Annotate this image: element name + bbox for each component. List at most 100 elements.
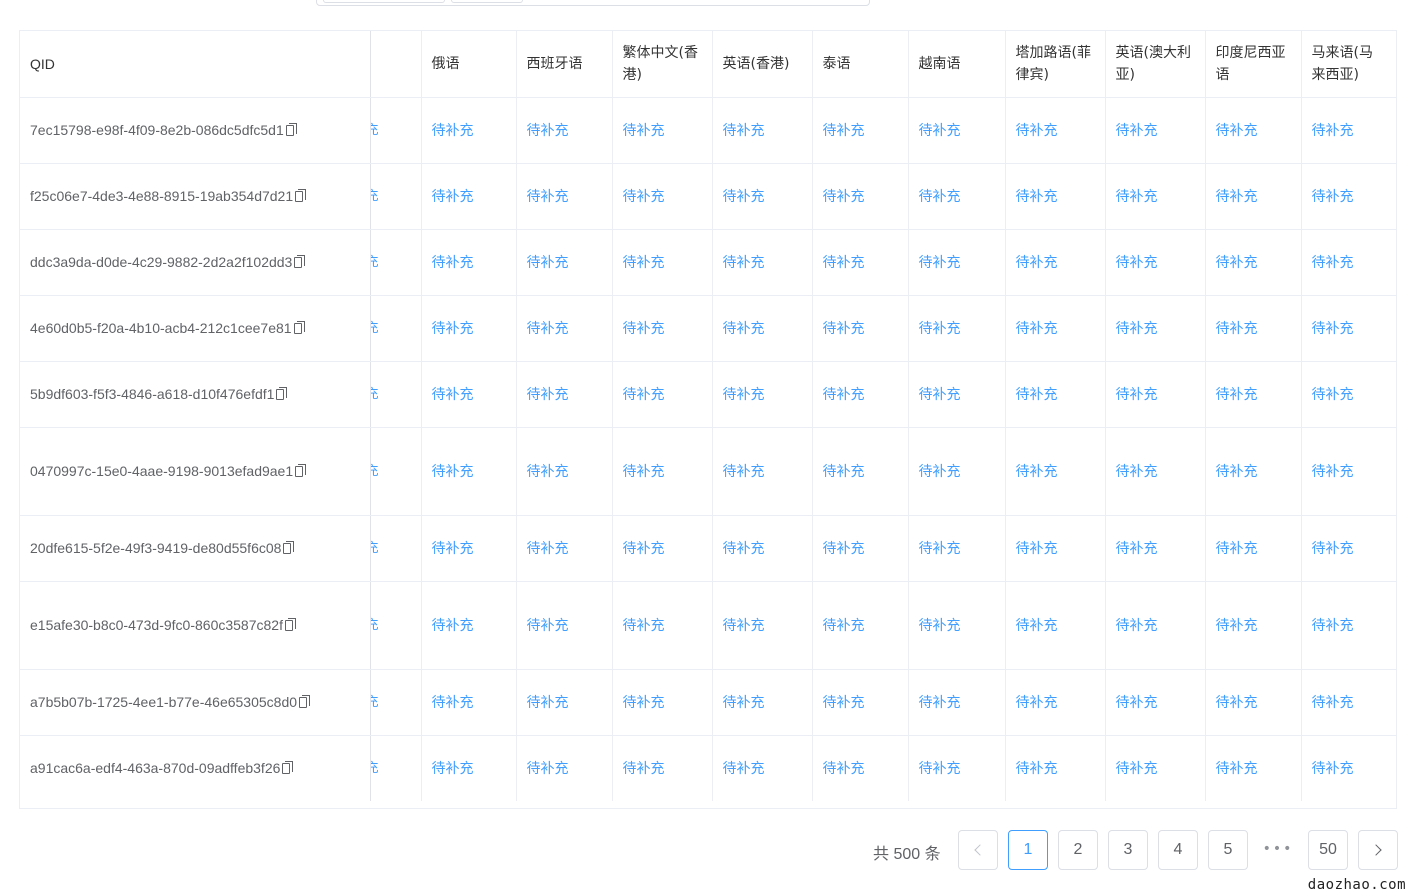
pending-translation-link[interactable]: 待补充 [919, 387, 961, 403]
pending-translation-link[interactable]: 待补充 [1216, 695, 1258, 711]
copy-icon[interactable] [283, 541, 295, 555]
pending-translation-link[interactable]: 待补充 [1312, 387, 1354, 403]
page-button-4[interactable]: 4 [1158, 830, 1198, 870]
pending-translation-link[interactable]: 待补充 [823, 255, 865, 271]
pending-translation-link[interactable]: 待补充 [432, 464, 474, 480]
pending-translation-link[interactable]: 待补充 [1016, 387, 1058, 403]
pending-translation-link[interactable]: 待补充 [527, 255, 569, 271]
copy-icon[interactable] [276, 387, 288, 401]
pending-translation-link[interactable]: 待补充 [527, 695, 569, 711]
pending-translation-link[interactable]: 待补充 [1312, 255, 1354, 271]
pending-translation-link[interactable]: 待补充 [823, 123, 865, 139]
pending-translation-link[interactable]: 待补充 [1016, 255, 1058, 271]
pending-translation-link[interactable]: 待补充 [432, 761, 474, 777]
copy-icon[interactable] [293, 321, 305, 335]
pending-translation-link[interactable]: 待补充 [1312, 464, 1354, 480]
pending-translation-link[interactable]: 待补充 [1116, 387, 1158, 403]
clipped-link-text[interactable]: 充 [371, 691, 379, 710]
copy-icon[interactable] [295, 464, 307, 478]
pending-translation-link[interactable]: 待补充 [527, 321, 569, 337]
pending-translation-link[interactable]: 待补充 [527, 618, 569, 634]
pending-translation-link[interactable]: 待补充 [1216, 464, 1258, 480]
copy-icon[interactable] [285, 123, 297, 137]
pending-translation-link[interactable]: 待补充 [723, 761, 765, 777]
pending-translation-link[interactable]: 待补充 [1312, 761, 1354, 777]
pending-translation-link[interactable]: 待补充 [623, 255, 665, 271]
search-field-segment[interactable] [323, 0, 445, 3]
pending-translation-link[interactable]: 待补充 [432, 387, 474, 403]
pending-translation-link[interactable]: 待补充 [527, 189, 569, 205]
page-button-3[interactable]: 3 [1108, 830, 1148, 870]
clipped-link-text[interactable]: 充 [371, 537, 379, 556]
top-search-bar[interactable] [316, 0, 870, 6]
clipped-link-text[interactable]: 充 [371, 460, 379, 479]
pending-translation-link[interactable]: 待补充 [1016, 464, 1058, 480]
pending-translation-link[interactable]: 待补充 [723, 618, 765, 634]
pending-translation-link[interactable]: 待补充 [823, 695, 865, 711]
pending-translation-link[interactable]: 待补充 [919, 123, 961, 139]
pending-translation-link[interactable]: 待补充 [1016, 541, 1058, 557]
pending-translation-link[interactable]: 待补充 [1312, 618, 1354, 634]
pending-translation-link[interactable]: 待补充 [432, 695, 474, 711]
pending-translation-link[interactable]: 待补充 [1216, 321, 1258, 337]
pending-translation-link[interactable]: 待补充 [1116, 695, 1158, 711]
pending-translation-link[interactable]: 待补充 [1216, 541, 1258, 557]
copy-icon[interactable] [294, 255, 306, 269]
copy-icon[interactable] [284, 618, 296, 632]
pending-translation-link[interactable]: 待补充 [1312, 123, 1354, 139]
pending-translation-link[interactable]: 待补充 [1116, 255, 1158, 271]
pending-translation-link[interactable]: 待补充 [1116, 123, 1158, 139]
pending-translation-link[interactable]: 待补充 [432, 321, 474, 337]
pending-translation-link[interactable]: 待补充 [1116, 189, 1158, 205]
pending-translation-link[interactable]: 待补充 [1312, 541, 1354, 557]
copy-icon[interactable] [295, 189, 307, 203]
copy-icon[interactable] [299, 695, 311, 709]
pending-translation-link[interactable]: 待补充 [432, 541, 474, 557]
pending-translation-link[interactable]: 待补充 [1016, 695, 1058, 711]
pending-translation-link[interactable]: 待补充 [823, 541, 865, 557]
pending-translation-link[interactable]: 待补充 [527, 387, 569, 403]
pending-translation-link[interactable]: 待补充 [919, 189, 961, 205]
pending-translation-link[interactable]: 待补充 [623, 695, 665, 711]
page-button-2[interactable]: 2 [1058, 830, 1098, 870]
pending-translation-link[interactable]: 待补充 [1216, 387, 1258, 403]
pending-translation-link[interactable]: 待补充 [723, 255, 765, 271]
pending-translation-link[interactable]: 待补充 [623, 541, 665, 557]
pending-translation-link[interactable]: 待补充 [1216, 255, 1258, 271]
pending-translation-link[interactable]: 待补充 [432, 189, 474, 205]
pending-translation-link[interactable]: 待补充 [527, 541, 569, 557]
pending-translation-link[interactable]: 待补充 [723, 387, 765, 403]
pending-translation-link[interactable]: 待补充 [823, 189, 865, 205]
clipped-link-text[interactable]: 充 [371, 757, 379, 776]
pending-translation-link[interactable]: 待补充 [623, 618, 665, 634]
pending-translation-link[interactable]: 待补充 [1116, 761, 1158, 777]
pending-translation-link[interactable]: 待补充 [623, 387, 665, 403]
pending-translation-link[interactable]: 待补充 [823, 464, 865, 480]
pending-translation-link[interactable]: 待补充 [432, 255, 474, 271]
pending-translation-link[interactable]: 待补充 [919, 761, 961, 777]
pending-translation-link[interactable]: 待补充 [1016, 618, 1058, 634]
clipped-link-text[interactable]: 充 [371, 119, 379, 138]
pending-translation-link[interactable]: 待补充 [1016, 761, 1058, 777]
pending-translation-link[interactable]: 待补充 [1016, 189, 1058, 205]
pending-translation-link[interactable]: 待补充 [919, 618, 961, 634]
pending-translation-link[interactable]: 待补充 [623, 761, 665, 777]
pending-translation-link[interactable]: 待补充 [1116, 618, 1158, 634]
pending-translation-link[interactable]: 待补充 [723, 189, 765, 205]
next-page-button[interactable] [1358, 830, 1398, 870]
clipped-link-text[interactable]: 充 [371, 185, 379, 204]
clipped-link-text[interactable]: 充 [371, 251, 379, 270]
pending-translation-link[interactable]: 待补充 [1312, 189, 1354, 205]
pending-translation-link[interactable]: 待补充 [723, 123, 765, 139]
page-button-5[interactable]: 5 [1208, 830, 1248, 870]
prev-page-button[interactable] [958, 830, 998, 870]
copy-icon[interactable] [282, 761, 294, 775]
search-select-segment[interactable] [451, 0, 523, 3]
pending-translation-link[interactable]: 待补充 [1116, 321, 1158, 337]
pending-translation-link[interactable]: 待补充 [432, 123, 474, 139]
clipped-link-text[interactable]: 充 [371, 614, 379, 633]
pending-translation-link[interactable]: 待补充 [623, 189, 665, 205]
pending-translation-link[interactable]: 待补充 [1016, 123, 1058, 139]
pending-translation-link[interactable]: 待补充 [432, 618, 474, 634]
page-button-last[interactable]: 50 [1308, 830, 1348, 870]
